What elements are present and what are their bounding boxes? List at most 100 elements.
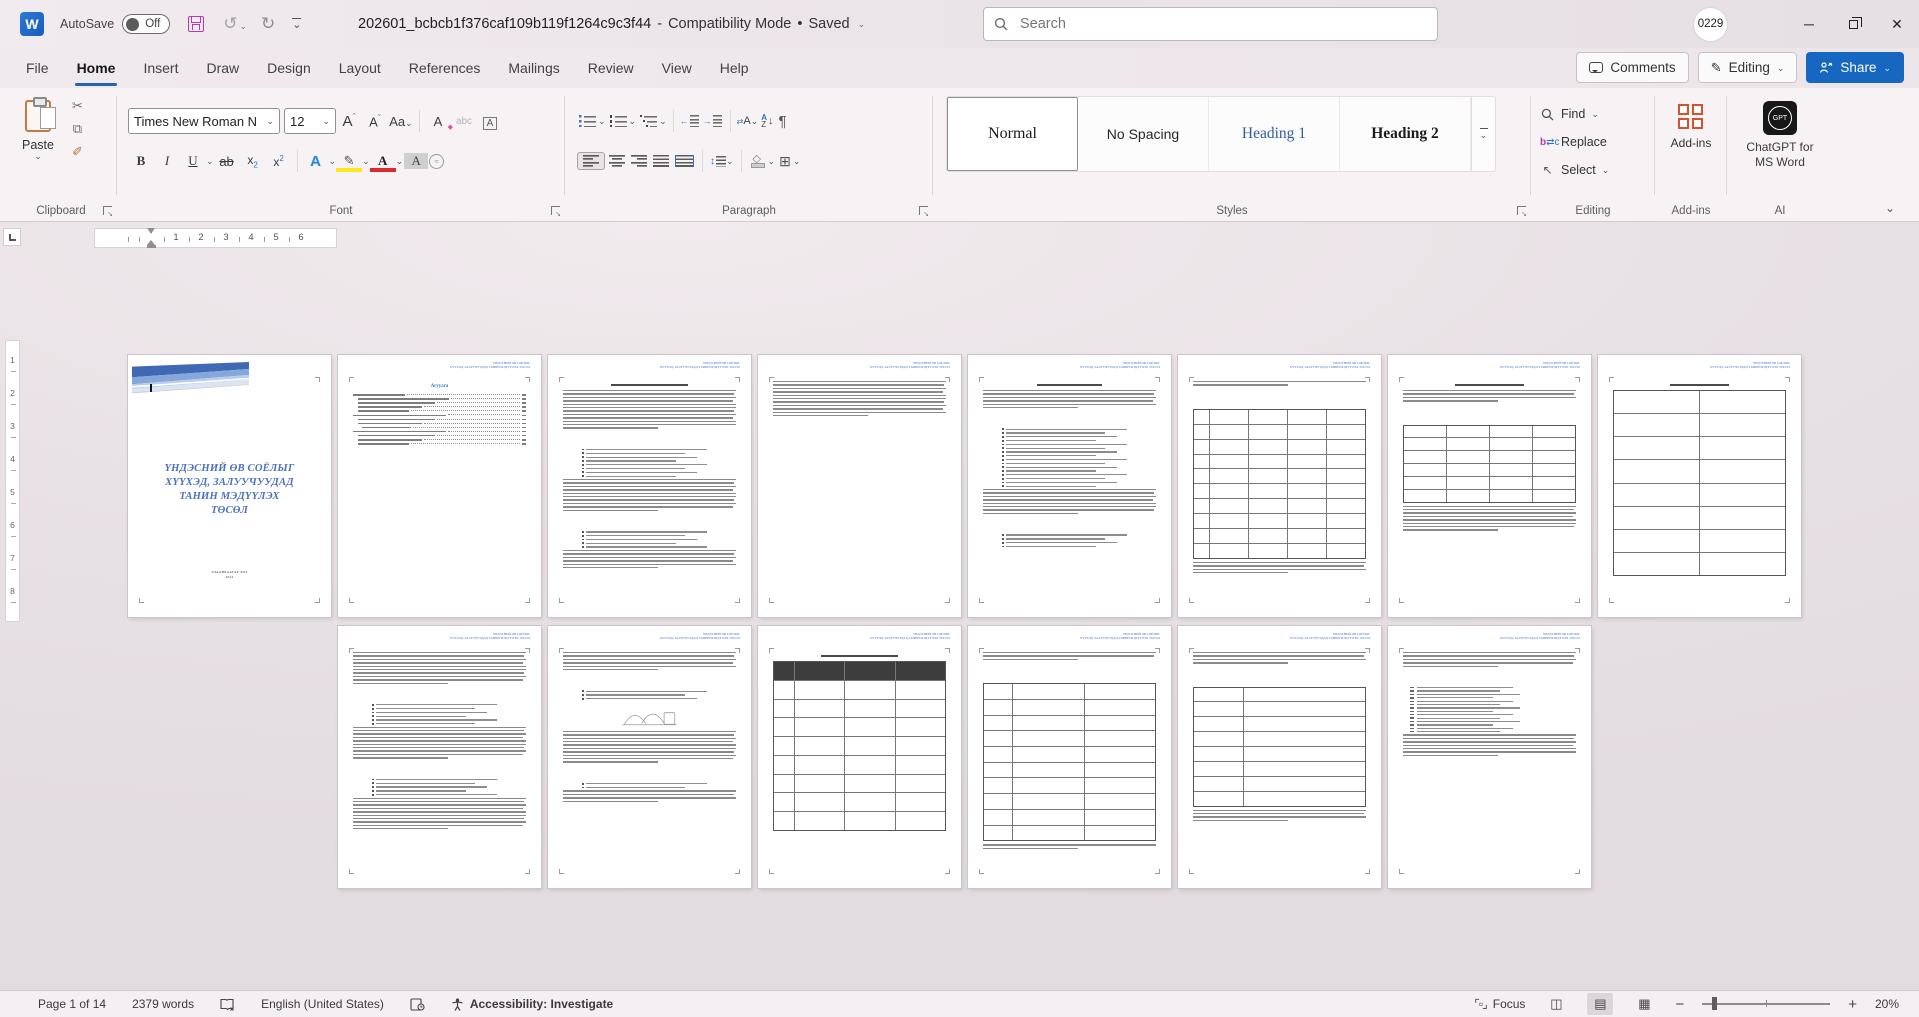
tab-view[interactable]: View bbox=[648, 48, 706, 88]
numbering-button[interactable]: ⌄ bbox=[608, 115, 637, 127]
tab-insert[interactable]: Insert bbox=[129, 48, 192, 88]
word-logo-icon[interactable]: W bbox=[20, 12, 44, 36]
chatgpt-addin-button[interactable]: GPT ChatGPT for MS Word bbox=[1740, 96, 1820, 184]
customize-toolbar-icon[interactable]: ⌄ bbox=[292, 18, 301, 30]
save-icon[interactable] bbox=[188, 16, 204, 32]
styles-gallery-more-button[interactable]: ⌄ bbox=[1471, 97, 1495, 171]
shading-button[interactable]: ⌄ bbox=[748, 155, 776, 168]
chevron-down-icon[interactable]: ⌄ bbox=[396, 157, 404, 165]
page-thumbnail-3[interactable]: ҮНДЭСНИЙ ӨВ СОЁЛЫГХҮҮХЭД, ЗАЛУУЧУУДАД ТА… bbox=[548, 355, 751, 617]
zoom-slider[interactable] bbox=[1702, 1003, 1830, 1005]
page-indicator[interactable]: Page 1 of 14 bbox=[38, 997, 106, 1011]
strikethrough-button[interactable]: ab bbox=[215, 154, 239, 169]
vertical-ruler[interactable]: 12345678 bbox=[5, 340, 20, 622]
horizontal-ruler[interactable]: 123456 bbox=[94, 228, 337, 248]
saved-chevron-icon[interactable]: ⌄ bbox=[858, 19, 866, 30]
cut-button[interactable]: ✂ bbox=[72, 98, 83, 114]
page-thumbnail-6[interactable]: ҮНДЭСНИЙ ӨВ СОЁЛЫГХҮҮХЭД, ЗАЛУУЧУУДАД ТА… bbox=[1178, 355, 1381, 617]
page-thumbnail-1[interactable]: ҮНДЭСНИЙ ӨВ СОЁЛЫГХҮҮХЭД, ЗАЛУУЧУУДАДТАН… bbox=[128, 355, 331, 617]
align-center-button[interactable] bbox=[607, 155, 627, 167]
page-thumbnail-12[interactable]: ҮНДЭСНИЙ ӨВ СОЁЛЫГХҮҮХЭД, ЗАЛУУЧУУДАД ТА… bbox=[968, 626, 1171, 888]
print-layout-button[interactable]: ▤ bbox=[1587, 993, 1613, 1015]
tab-selector[interactable] bbox=[3, 228, 21, 246]
read-mode-button[interactable]: ◫ bbox=[1543, 993, 1569, 1015]
tab-home[interactable]: Home bbox=[63, 48, 130, 88]
redo-icon[interactable]: ↻ bbox=[261, 14, 275, 34]
line-spacing-button[interactable]: ↕⌄ bbox=[710, 156, 734, 167]
focus-button[interactable]: ⌜▫⌟ Focus bbox=[1474, 997, 1525, 1011]
chevron-down-icon[interactable]: ⌄ bbox=[362, 157, 370, 165]
align-left-button[interactable] bbox=[577, 152, 605, 170]
show-paragraph-marks-button[interactable]: ¶ bbox=[779, 113, 787, 130]
page-thumbnail-13[interactable]: ҮНДЭСНИЙ ӨВ СОЁЛЫГХҮҮХЭД, ЗАЛУУЧУУДАД ТА… bbox=[1178, 626, 1381, 888]
fit-text-button[interactable]: ⇄A⌄ bbox=[737, 115, 759, 127]
document-area[interactable]: 123456 12345678 ҮНДЭСНИЙ ӨВ СОЁЛЫГХҮҮХЭД… bbox=[0, 222, 1919, 990]
style-heading-1[interactable]: Heading 1 bbox=[1209, 97, 1340, 171]
proofing-icon[interactable] bbox=[220, 998, 235, 1011]
shrink-font-button[interactable]: Aˇ bbox=[363, 113, 387, 129]
text-predictions-icon[interactable] bbox=[410, 998, 425, 1011]
saved-status[interactable]: Saved bbox=[808, 16, 849, 32]
copy-button[interactable]: ⧉ bbox=[72, 121, 83, 137]
justify-button[interactable] bbox=[651, 155, 671, 167]
tab-help[interactable]: Help bbox=[706, 48, 763, 88]
subscript-button[interactable]: x2 bbox=[241, 153, 265, 169]
zoom-slider-thumb[interactable] bbox=[1712, 997, 1717, 1010]
zoom-in-button[interactable]: + bbox=[1848, 996, 1857, 1013]
page-thumbnail-14[interactable]: ҮНДЭСНИЙ ӨВ СОЁЛЫГХҮҮХЭД, ЗАЛУУЧУУДАД ТА… bbox=[1388, 626, 1591, 888]
comments-button[interactable]: Comments bbox=[1576, 52, 1688, 83]
increase-indent-button[interactable] bbox=[703, 115, 724, 127]
underline-button[interactable]: U bbox=[181, 153, 205, 169]
web-layout-button[interactable]: ▦ bbox=[1631, 993, 1657, 1015]
enclose-characters-button[interactable]: A bbox=[483, 117, 498, 130]
borders-button[interactable]: ⊞⌄ bbox=[777, 153, 800, 170]
share-button[interactable]: Share ⌄ bbox=[1806, 52, 1904, 83]
language-indicator[interactable]: English (United States) bbox=[261, 997, 384, 1011]
undo-icon[interactable]: ↺⌄ bbox=[223, 14, 247, 34]
paste-button[interactable]: Paste ⌄ bbox=[10, 96, 66, 184]
style-normal[interactable]: Normal bbox=[947, 97, 1078, 171]
font-dialog-launcher[interactable] bbox=[551, 206, 560, 215]
tab-mailings[interactable]: Mailings bbox=[494, 48, 573, 88]
collapse-ribbon-button[interactable]: ⌄ bbox=[1885, 201, 1895, 215]
find-button[interactable]: Find ⌄ bbox=[1540, 102, 1599, 126]
close-button[interactable]: ✕ bbox=[1875, 0, 1919, 48]
tab-draw[interactable]: Draw bbox=[192, 48, 253, 88]
replace-button[interactable]: b⇄c Replace bbox=[1540, 130, 1607, 154]
tab-layout[interactable]: Layout bbox=[325, 48, 395, 88]
bold-button[interactable]: B bbox=[129, 153, 153, 169]
character-shading-button[interactable]: A bbox=[404, 153, 428, 169]
accessibility-status[interactable]: Accessibility: Investigate bbox=[451, 997, 613, 1011]
clear-formatting-button[interactable]: A bbox=[426, 114, 450, 129]
page-thumbnail-7[interactable]: ҮНДЭСНИЙ ӨВ СОЁЛЫГХҮҮХЭД, ЗАЛУУЧУУДАД ТА… bbox=[1388, 355, 1591, 617]
font-name-combo[interactable]: Times New Roman N ⌄ bbox=[128, 108, 280, 134]
style-no-spacing[interactable]: No Spacing bbox=[1078, 97, 1209, 171]
multilevel-list-button[interactable]: ⌄ bbox=[638, 115, 667, 127]
bullets-button[interactable]: ⌄ bbox=[577, 115, 606, 127]
sort-button[interactable]: AZ↓ bbox=[761, 114, 773, 128]
addins-button[interactable]: Add-ins bbox=[1663, 96, 1719, 184]
account-badge[interactable]: 0229 bbox=[1694, 8, 1727, 41]
italic-button[interactable]: I bbox=[155, 153, 179, 169]
clipboard-dialog-launcher[interactable] bbox=[103, 206, 112, 215]
decrease-indent-button[interactable] bbox=[680, 115, 701, 127]
font-color-button[interactable]: A bbox=[371, 153, 395, 169]
minimize-button[interactable]: ─ bbox=[1787, 0, 1831, 48]
editing-mode-button[interactable]: ✎ Editing ⌄ bbox=[1698, 52, 1798, 83]
page-thumbnail-10[interactable]: ҮНДЭСНИЙ ӨВ СОЁЛЫГХҮҮХЭД, ЗАЛУУЧУУДАД ТА… bbox=[548, 626, 751, 888]
enclose-character-circle-button[interactable]: ≈ bbox=[429, 154, 444, 169]
distribute-text-button[interactable] bbox=[673, 155, 696, 167]
change-case-button[interactable]: Aa⌄ bbox=[389, 114, 413, 129]
page-thumbnail-9[interactable]: ҮНДЭСНИЙ ӨВ СОЁЛЫГХҮҮХЭД, ЗАЛУУЧУУДАД ТА… bbox=[338, 626, 541, 888]
word-count[interactable]: 2379 words bbox=[132, 997, 194, 1011]
phonetic-guide-button[interactable]: abc bbox=[452, 116, 476, 127]
styles-dialog-launcher[interactable] bbox=[1517, 206, 1526, 215]
page-thumbnail-5[interactable]: ҮНДЭСНИЙ ӨВ СОЁЛЫГХҮҮХЭД, ЗАЛУУЧУУДАД ТА… bbox=[968, 355, 1171, 617]
tab-file[interactable]: File bbox=[12, 48, 63, 88]
page-thumbnail-4[interactable]: ҮНДЭСНИЙ ӨВ СОЁЛЫГХҮҮХЭД, ЗАЛУУЧУУДАД ТА… bbox=[758, 355, 961, 617]
text-effects-button[interactable]: A bbox=[304, 153, 328, 170]
tab-review[interactable]: Review bbox=[574, 48, 648, 88]
search-box[interactable] bbox=[983, 7, 1438, 41]
chevron-down-icon[interactable]: ⌄ bbox=[206, 157, 214, 165]
paragraph-dialog-launcher[interactable] bbox=[919, 206, 928, 215]
